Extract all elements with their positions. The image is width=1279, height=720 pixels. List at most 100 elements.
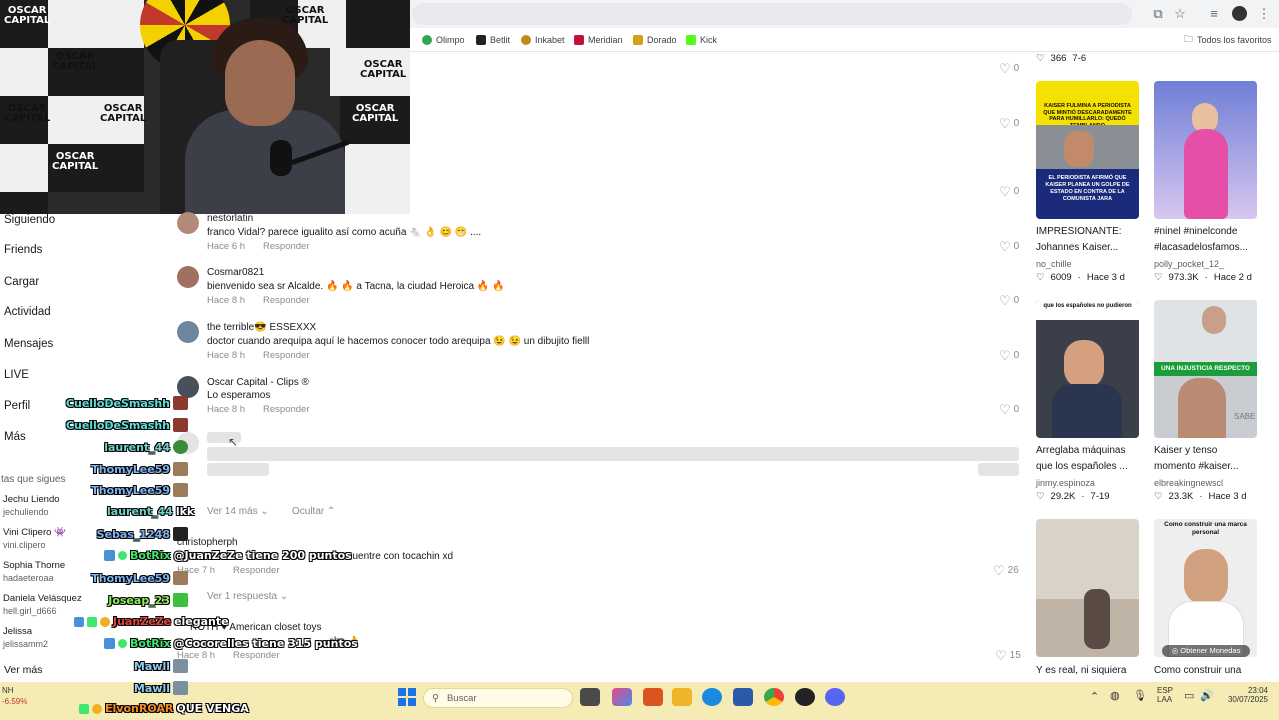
video-author[interactable]: jinmy.espinoza	[1036, 478, 1095, 488]
video-caption[interactable]: #ninel #ninelconde #lacasadelosfamos...	[1154, 224, 1248, 256]
video-thumbnail[interactable]: que los españoles no pudieron	[1036, 300, 1139, 438]
like-button[interactable]: ♡ 0	[999, 403, 1019, 416]
chevron-up-icon: ⌃	[327, 506, 336, 517]
view-replies-button[interactable]: Ver 1 respuesta ⌄	[207, 591, 288, 602]
all-favorites[interactable]: 🗀 Todos los favoritos	[1184, 32, 1272, 48]
comment-username[interactable]: the terrible😎 ESSEXXX	[207, 322, 316, 333]
video-caption[interactable]: Y es real, ni siquiera	[1036, 663, 1126, 679]
video-author[interactable]: no_chille	[1036, 259, 1072, 269]
video-likes: 6009	[1050, 272, 1072, 283]
reply-button[interactable]: Responder	[263, 404, 309, 415]
avatar[interactable]	[177, 321, 199, 343]
video-author[interactable]: polly_pocket_12_	[1154, 259, 1224, 269]
caption-line: Kaiser y tenso	[1154, 445, 1218, 456]
video-caption[interactable]: Como construir una	[1154, 663, 1241, 679]
nav-profile[interactable]: Perfil	[4, 400, 30, 412]
video-thumbnail[interactable]	[1036, 519, 1139, 657]
video-date: Hace 2 d	[1213, 272, 1252, 283]
followed-account-name[interactable]: Jechu Liendo	[3, 494, 60, 505]
microphone	[270, 140, 292, 176]
like-button[interactable]: ♡ 0	[999, 185, 1019, 198]
file-explorer-icon[interactable]	[672, 688, 692, 706]
task-view-icon[interactable]	[580, 688, 600, 706]
nav-messages[interactable]: Mensajes	[4, 338, 53, 350]
taskbar-search-input[interactable]: ⚲ Buscar	[423, 688, 573, 708]
bookmark-olimpo[interactable]: Olimpo	[422, 32, 465, 48]
video-author[interactable]: elbreakingnewscl	[1154, 478, 1223, 488]
avatar[interactable]	[177, 266, 199, 288]
comment-username[interactable]: Cosmar0821	[207, 267, 264, 278]
obs-studio-icon[interactable]	[795, 688, 815, 706]
comment-username[interactable]: Oscar Capital - Clips ®	[207, 377, 309, 388]
bookmark-meridian[interactable]: Meridian	[574, 32, 623, 48]
followed-account-name[interactable]: Jelissa	[3, 626, 32, 637]
display-icon[interactable]: ▭	[1184, 689, 1194, 702]
followed-account-name[interactable]: Sophia Thorne	[3, 560, 65, 571]
like-button[interactable]: ♡ 0	[999, 240, 1019, 253]
star-bookmark-icon[interactable]: ☆	[1172, 6, 1188, 22]
video-thumbnail[interactable]: Como construir una marca personal ◎ Obte…	[1154, 519, 1257, 657]
install-app-icon[interactable]: ⧉	[1150, 6, 1166, 22]
clock[interactable]: 23:04 30/07/2025	[1220, 686, 1268, 704]
reading-list-icon[interactable]: ≡	[1206, 6, 1222, 22]
reply-button[interactable]: Responder	[233, 565, 279, 576]
discord-icon[interactable]	[825, 688, 845, 706]
video-thumbnail[interactable]	[1154, 81, 1257, 219]
microphone-icon[interactable]: 🎙	[1133, 689, 1147, 702]
bookmark-kick[interactable]: Kick	[686, 32, 717, 48]
bookmark-dorado[interactable]: Dorado	[633, 32, 677, 48]
network-icon[interactable]: ◍	[1110, 689, 1120, 702]
video-caption[interactable]: Kaiser y tenso momento #kaiser...	[1154, 443, 1238, 475]
office-app-icon[interactable]	[643, 688, 663, 706]
video-date: Hace 3 d	[1208, 491, 1247, 502]
video-caption[interactable]: Arreglaba máquinas que los españoles ...	[1036, 443, 1128, 475]
avatar[interactable]	[177, 376, 199, 398]
comment-username[interactable]: nestorlatin	[207, 213, 253, 224]
like-button[interactable]: ♡ 15	[995, 649, 1021, 662]
like-button[interactable]: ♡ 0	[999, 294, 1019, 307]
avatar[interactable]	[177, 212, 199, 234]
hide-replies-button[interactable]: Ocultar ⌃	[292, 506, 335, 517]
windows-start-icon[interactable]	[398, 688, 416, 706]
nav-activity[interactable]: Actividad	[4, 306, 51, 318]
reply-button[interactable]: Responder	[263, 295, 309, 306]
like-button[interactable]: ♡ 26	[993, 564, 1019, 577]
chrome-browser-icon[interactable]	[764, 688, 784, 706]
followed-account-name[interactable]: Vini Clipero 👾	[3, 527, 66, 538]
address-bar[interactable]	[412, 3, 1132, 25]
see-more-following[interactable]: Ver más	[4, 664, 43, 676]
nav-friends[interactable]: Friends	[4, 244, 42, 256]
brand-text: OSCAR CAPITAL	[352, 103, 399, 124]
more-menu-icon[interactable]: ⋮	[1256, 6, 1272, 22]
video-stats: ♡ 366 7-6	[1036, 53, 1086, 64]
reply-button[interactable]: Responder	[263, 350, 309, 361]
followed-account-name[interactable]: Daniela Velásquez	[3, 593, 82, 604]
like-button[interactable]: ♡ 0	[999, 62, 1019, 75]
like-button[interactable]: ♡ 0	[999, 117, 1019, 130]
nav-live[interactable]: LIVE	[4, 369, 29, 381]
view-more-replies-button[interactable]: Ver 14 más ⌄	[207, 506, 269, 517]
edge-browser-icon[interactable]	[702, 688, 722, 706]
chat-message: laurent_44	[104, 440, 188, 454]
like-button[interactable]: ♡ 0	[999, 349, 1019, 362]
language-indicator[interactable]: ESP LAA	[1157, 686, 1173, 704]
nav-upload[interactable]: Cargar	[4, 276, 39, 288]
get-coins-button[interactable]: ◎ Obtener Monedas	[1162, 645, 1250, 657]
video-caption[interactable]: IMPRESIONANTE: Johannes Kaiser...	[1036, 224, 1122, 256]
stock-ticker-symbol[interactable]: NH	[2, 686, 14, 695]
thumbnail-jacket	[1052, 384, 1122, 438]
backdrop-tile	[346, 0, 410, 48]
reply-button[interactable]: Responder	[263, 241, 309, 252]
bookmark-inkabet[interactable]: Inkabet	[521, 32, 565, 48]
nav-following[interactable]: Siguiendo	[4, 214, 55, 226]
reply-button[interactable]: Responder	[233, 650, 279, 661]
video-thumbnail[interactable]: KAISER FULMINA A PERIODISTA QUE MINTIÓ D…	[1036, 81, 1139, 219]
nav-more[interactable]: Más	[4, 431, 26, 443]
volume-icon[interactable]: 🔊	[1200, 689, 1214, 702]
store-icon[interactable]	[733, 688, 753, 706]
video-thumbnail[interactable]: UNA INJUSTICIA RESPECTO SABE	[1154, 300, 1257, 438]
profile-avatar-icon[interactable]	[1232, 6, 1247, 21]
bookmark-betlit[interactable]: Betlit	[476, 32, 510, 48]
copilot-icon[interactable]	[612, 688, 632, 706]
chevron-up-icon[interactable]: ⌃	[1090, 690, 1099, 703]
